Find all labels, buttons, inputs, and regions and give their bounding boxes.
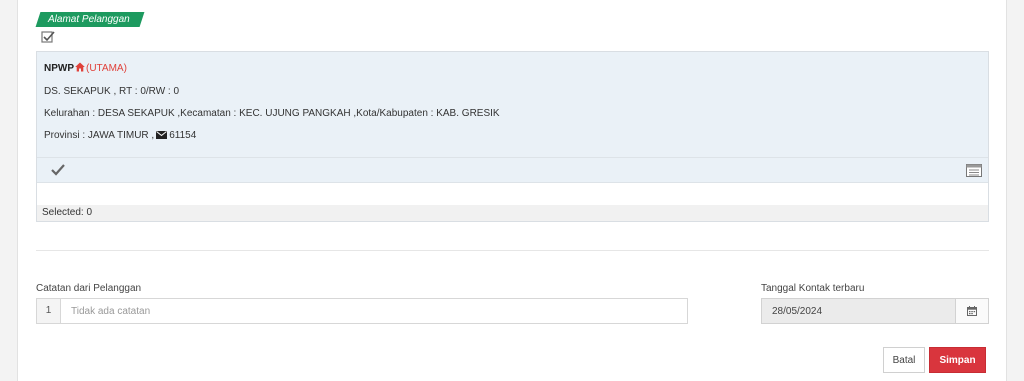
address-street: DS. SEKAPUK , RT : 0/RW : 0 [44, 86, 180, 97]
cancel-button[interactable]: Batal [883, 347, 925, 373]
address-card[interactable]: NPWP (UTAMA) DS. SEKAPUK , RT : 0/RW : 0 … [36, 51, 989, 222]
section-ribbon: Alamat Pelanggan [35, 12, 145, 27]
card-toolbar [37, 157, 988, 183]
divider [36, 250, 989, 251]
selection-status: Selected: 0 [37, 205, 988, 221]
home-icon [75, 62, 85, 75]
address-province: Provinsi : JAWA TIMUR , [44, 130, 155, 141]
notes-index: 1 [36, 298, 60, 324]
address-name-row: NPWP (UTAMA) [44, 62, 127, 75]
notes-label: Catatan dari Pelanggan [36, 283, 142, 294]
address-province-row: Provinsi : JAWA TIMUR , 61154 [44, 130, 196, 142]
checkbox-checked-icon[interactable] [41, 30, 55, 44]
last-contact-field-group [761, 298, 989, 324]
section-title: Alamat Pelanggan [48, 14, 130, 25]
postal-code: 61154 [169, 130, 197, 141]
address-name: NPWP [44, 63, 74, 74]
mail-icon [156, 131, 168, 142]
address-details[interactable]: NPWP (UTAMA) DS. SEKAPUK , RT : 0/RW : 0 … [37, 52, 988, 183]
primary-tag: (UTAMA) [86, 63, 127, 74]
save-button[interactable]: Simpan [929, 347, 986, 373]
address-region: Kelurahan : DESA SEKAPUK ,Kecamatan : KE… [44, 108, 500, 119]
notes-input[interactable] [60, 298, 688, 324]
last-contact-date-input[interactable] [761, 298, 956, 324]
calendar-icon[interactable] [956, 298, 989, 324]
notes-field-group: 1 [36, 298, 688, 324]
list-view-icon[interactable] [966, 164, 982, 180]
last-contact-label: Tanggal Kontak terbaru [761, 283, 865, 294]
checkmark-icon[interactable] [51, 164, 65, 179]
